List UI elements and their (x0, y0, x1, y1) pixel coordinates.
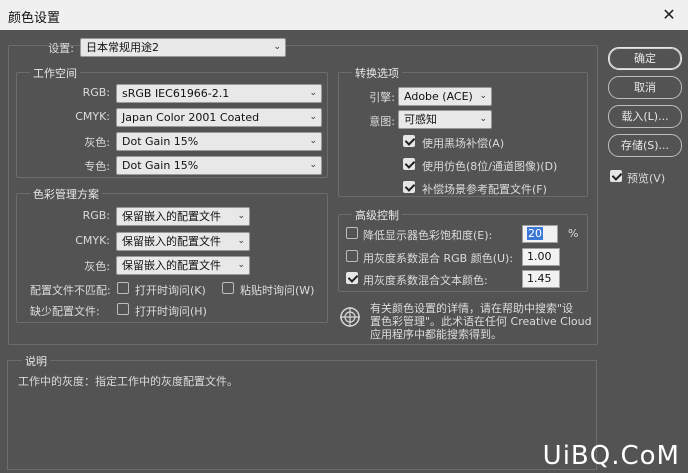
blend-rgb-checkbox[interactable] (346, 250, 358, 262)
chevron-down-icon: ⌄ (479, 91, 487, 101)
blend-text-value: 1.45 (527, 272, 552, 285)
ws-rgb-value: sRGB IEC61966-2.1 (122, 87, 230, 100)
settings-label: 设置: (48, 42, 74, 55)
description-title: 说明 (22, 353, 50, 369)
chevron-down-icon: ⌄ (309, 112, 317, 122)
ws-gray-dropdown[interactable]: Dot Gain 15% ⌄ (116, 132, 322, 151)
cm-gray-value: 保留嵌入的配置文件 (122, 259, 221, 272)
chevron-down-icon: ⌄ (309, 88, 317, 98)
ask-open-missing-checkbox[interactable] (117, 303, 129, 315)
desaturate-label: 降低显示器色彩饱和度(E): (363, 229, 493, 242)
engine-value: Adobe (ACE) (404, 90, 473, 103)
advanced-title: 高级控制 (352, 207, 402, 223)
ok-button[interactable]: 确定 (608, 47, 682, 70)
settings-dropdown[interactable]: 日本常规用途2 ⌄ (80, 38, 286, 57)
cm-gray-label: 灰色: (84, 260, 110, 273)
ws-spot-label: 专色: (84, 160, 110, 173)
intent-dropdown[interactable]: 可感知 ⌄ (398, 110, 492, 129)
ws-spot-dropdown[interactable]: Dot Gain 15% ⌄ (116, 156, 322, 175)
window-title: 颜色设置 (8, 11, 61, 26)
chevron-down-icon: ⌄ (273, 42, 281, 52)
title-bar: 颜色设置 ✕ (0, 0, 688, 30)
chevron-down-icon: ⌄ (237, 236, 245, 246)
blend-rgb-label: 用灰度系数混合 RGB 颜色(U): (363, 252, 514, 265)
dither-checkbox[interactable] (403, 158, 415, 170)
info-line-3: 应用程序中都能搜索得到。 (370, 328, 502, 341)
engine-dropdown[interactable]: Adobe (ACE) ⌄ (398, 87, 492, 106)
blend-text-label: 用灰度系数混合文本颜色: (363, 274, 488, 287)
chevron-down-icon: ⌄ (237, 211, 245, 221)
black-point-checkbox[interactable] (403, 135, 415, 147)
preview-label: 预览(V) (627, 172, 666, 185)
ws-gray-label: 灰色: (84, 136, 110, 149)
ws-spot-value: Dot Gain 15% (122, 159, 199, 172)
black-point-label: 使用黑场补偿(A) (422, 137, 505, 150)
desaturate-unit: % (568, 227, 579, 240)
blend-rgb-input[interactable]: 1.00 (522, 248, 560, 266)
close-icon[interactable]: ✕ (656, 2, 682, 28)
chevron-down-icon: ⌄ (309, 136, 317, 146)
globe-grid-icon (340, 307, 360, 327)
desaturate-input[interactable]: 20 (522, 225, 558, 243)
load-button[interactable]: 载入(L)... (608, 105, 682, 128)
compensate-checkbox[interactable] (403, 181, 415, 193)
color-management-title: 色彩管理方案 (30, 186, 102, 202)
chevron-down-icon: ⌄ (309, 160, 317, 170)
working-spaces-title: 工作空间 (30, 65, 80, 81)
cm-gray-dropdown[interactable]: 保留嵌入的配置文件 ⌄ (116, 256, 250, 275)
preview-checkbox[interactable] (610, 170, 622, 182)
chevron-down-icon: ⌄ (479, 114, 487, 124)
mismatch-label: 配置文件不匹配: (30, 284, 111, 297)
ws-cmyk-label: CMYK: (75, 110, 110, 123)
ws-cmyk-value: Japan Color 2001 Coated (122, 111, 260, 124)
cm-cmyk-label: CMYK: (75, 234, 110, 247)
blend-rgb-value: 1.00 (527, 250, 552, 263)
intent-label: 意图: (369, 115, 395, 128)
settings-value: 日本常规用途2 (86, 41, 159, 54)
ws-cmyk-dropdown[interactable]: Japan Color 2001 Coated ⌄ (116, 108, 322, 127)
ask-open-checkbox[interactable] (117, 282, 129, 294)
cm-rgb-dropdown[interactable]: 保留嵌入的配置文件 ⌄ (116, 207, 250, 226)
conversion-title: 转换选项 (352, 65, 402, 81)
cm-rgb-value: 保留嵌入的配置文件 (122, 210, 221, 223)
ws-rgb-dropdown[interactable]: sRGB IEC61966-2.1 ⌄ (116, 84, 322, 103)
engine-label: 引擎: (369, 91, 395, 104)
desaturate-checkbox[interactable] (346, 227, 358, 239)
cm-rgb-label: RGB: (82, 209, 110, 222)
intent-value: 可感知 (404, 113, 437, 126)
missing-label: 缺少配置文件: (30, 305, 100, 318)
blend-text-input[interactable]: 1.45 (522, 270, 560, 288)
cm-cmyk-value: 保留嵌入的配置文件 (122, 235, 221, 248)
ask-open-missing-label: 打开时询问(H) (135, 305, 207, 318)
ask-open-label: 打开时询问(K) (135, 284, 206, 297)
blend-text-checkbox[interactable] (346, 272, 358, 284)
watermark-logo: UiBQ.CoM (542, 441, 680, 471)
desaturate-value: 20 (527, 227, 543, 240)
description-text: 工作中的灰度：指定工作中的灰度配置文件。 (18, 375, 238, 388)
ask-paste-label: 粘贴时询问(W) (240, 284, 315, 297)
cancel-button[interactable]: 取消 (608, 76, 682, 99)
ws-rgb-label: RGB: (82, 86, 110, 99)
ws-gray-value: Dot Gain 15% (122, 135, 199, 148)
chevron-down-icon: ⌄ (237, 260, 245, 270)
dither-label: 使用仿色(8位/通道图像)(D) (422, 160, 558, 173)
ask-paste-checkbox[interactable] (222, 282, 234, 294)
compensate-label: 补偿场景参考配置文件(F) (422, 183, 547, 196)
cm-cmyk-dropdown[interactable]: 保留嵌入的配置文件 ⌄ (116, 232, 250, 251)
save-button[interactable]: 存储(S)... (608, 134, 682, 157)
